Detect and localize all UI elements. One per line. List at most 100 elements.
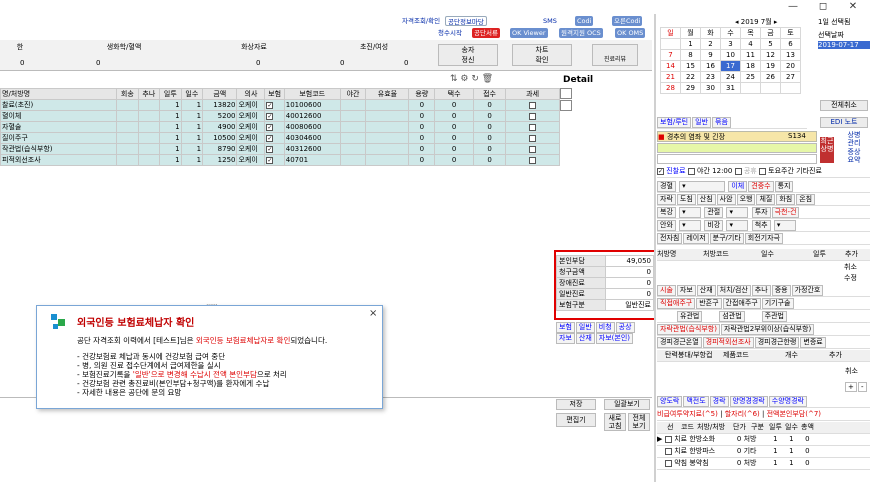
delete-icon[interactable]: 🗑 xyxy=(482,74,493,84)
treat-option[interactable]: 섬관법 xyxy=(719,311,745,322)
dropdown-d3[interactable]: ▾ xyxy=(773,220,796,231)
insurance-checkbox[interactable] xyxy=(266,156,274,164)
calendar-day[interactable]: 19 xyxy=(760,60,781,72)
info-market-button[interactable]: 공단정보마당 xyxy=(445,16,487,26)
calendar-day[interactable]: 11 xyxy=(740,49,761,61)
treat-option[interactable]: 경피경근온열 xyxy=(657,337,702,348)
col-8[interactable]: 보험코드 xyxy=(283,88,341,100)
biochem-header[interactable]: 생화학/혈액 xyxy=(54,43,194,52)
col-1[interactable]: 회송 xyxy=(116,88,139,100)
col-2[interactable]: 추나 xyxy=(137,88,161,100)
presc-edit-button[interactable]: 수정 xyxy=(844,273,857,283)
bottom-tab-2[interactable]: 할자리(^6) xyxy=(725,410,760,418)
calendar-day[interactable] xyxy=(760,82,781,94)
tab-auto-ins[interactable]: 자보 xyxy=(676,285,696,296)
col-13[interactable]: 접수 xyxy=(472,88,507,100)
calendar-day[interactable]: 16 xyxy=(700,60,721,72)
calendar-day-selected[interactable]: 17 xyxy=(720,60,741,72)
tab-procedure[interactable]: 시술 xyxy=(657,285,676,296)
treat-option[interactable]: 경피경근한랭 xyxy=(754,337,800,348)
tab-industrial[interactable]: 산재 xyxy=(696,285,716,296)
insurance-checkbox[interactable] xyxy=(266,123,274,131)
saturday-checkbox[interactable] xyxy=(758,167,766,175)
symptom-summary-button[interactable]: 증상 요약 xyxy=(840,148,868,164)
tab-bundle[interactable]: 묶음 xyxy=(712,117,731,128)
refresh-button[interactable]: 새로 고침 xyxy=(604,413,626,431)
treat-option[interactable]: 경피적외선조사 xyxy=(702,337,754,348)
calendar-month-nav[interactable]: ◂ 2019 7월 ▸ xyxy=(735,17,777,27)
calendar-day[interactable]: 30 xyxy=(700,82,721,94)
option-c-0[interactable]: 복강 xyxy=(657,207,676,218)
option-e-0[interactable]: 전자침 xyxy=(657,233,683,244)
billing-start-button[interactable]: 청수시작 xyxy=(436,28,464,38)
tax-checkbox[interactable] xyxy=(529,123,537,131)
calendar-day[interactable]: 2 xyxy=(700,38,721,50)
calendar-day[interactable]: 9 xyxy=(700,49,721,61)
col-12[interactable]: 택수 xyxy=(434,88,474,100)
calendar-day[interactable]: 23 xyxy=(700,71,721,83)
remote-ocs-button[interactable]: 원격지원 OCS xyxy=(559,28,603,38)
night-checkbox[interactable] xyxy=(687,167,695,175)
col-4[interactable]: 일수 xyxy=(180,88,204,100)
tab-home-care[interactable]: 가정간호 xyxy=(791,285,824,296)
col-6[interactable]: 의사 xyxy=(236,88,266,100)
table-row[interactable]: 피적외선조사 1 1 1250 오케이 40701 0 0 0 xyxy=(0,154,560,166)
list-item[interactable]: ▶ 치료 한방소화 0 처방 1 1 0 xyxy=(657,434,870,446)
calendar-day[interactable]: 3 xyxy=(720,38,741,50)
treat-option[interactable]: 유관법 xyxy=(677,311,703,322)
calendar-day[interactable] xyxy=(660,38,681,50)
col-10[interactable]: 유효율 xyxy=(365,88,410,100)
option-d-2[interactable]: 척추 xyxy=(751,220,771,231)
tab-general[interactable]: 일반 xyxy=(692,117,712,128)
calendar-day[interactable]: 20 xyxy=(780,60,801,72)
bottom-tab[interactable]: 수양명경락 xyxy=(768,396,807,407)
option-c-3[interactable]: 극천-건 xyxy=(771,207,800,218)
refresh-icon[interactable]: ↻ xyxy=(471,74,479,84)
save-button[interactable]: 저장 xyxy=(556,399,596,410)
ins-option[interactable]: 자보 xyxy=(556,333,575,344)
dropdown-d2[interactable]: ▾ xyxy=(726,220,749,231)
table-row[interactable]: 자혈술 1 1 4900 오케이 40080600 0 0 0 xyxy=(0,121,560,133)
dropdown-c1[interactable]: ▾ xyxy=(679,207,702,218)
calendar-day[interactable]: 21 xyxy=(660,71,681,83)
insurance-checkbox[interactable] xyxy=(266,134,274,142)
ins-option[interactable]: 일반 xyxy=(575,322,595,333)
ok-oms-button[interactable]: OK OMS xyxy=(615,28,646,38)
calendar-day[interactable] xyxy=(740,82,761,94)
calendar-day[interactable]: 6 xyxy=(780,38,801,50)
option-a-0[interactable]: 경혈 xyxy=(657,181,676,192)
list-item[interactable]: 치료 한방파스 0 기타 1 1 0 xyxy=(657,446,870,458)
bottom-tab[interactable]: 맥전도 xyxy=(683,396,709,407)
list-item[interactable]: 약침 봉약침 0 처방 1 1 0 xyxy=(657,458,870,470)
diag-input-1[interactable] xyxy=(657,143,817,153)
dropdown-c2[interactable]: ▾ xyxy=(726,207,749,218)
dialog-close-button[interactable]: × xyxy=(369,308,377,319)
tab-dual[interactable]: 중용 xyxy=(771,285,791,296)
review-button[interactable]: 진료리뷰 xyxy=(592,44,638,66)
bottom-tab-2[interactable]: 전액본인부담(^7) xyxy=(767,410,821,418)
treat-option[interactable]: 직접애주구 xyxy=(657,298,696,309)
calendar-day[interactable]: 28 xyxy=(660,82,681,94)
option-b-6[interactable]: 화침 xyxy=(776,194,796,205)
edi-note-button[interactable]: EDI 노트 xyxy=(820,117,868,128)
treat-option[interactable]: 자락관법2부위이상(습식부항) xyxy=(720,324,815,335)
insurance-checkbox[interactable] xyxy=(266,112,274,120)
ins-option[interactable]: 보험 xyxy=(556,322,575,333)
material-minus-button[interactable]: - xyxy=(858,382,867,392)
cancel-all-button[interactable]: 전체취소 xyxy=(820,100,868,111)
tab-treatment[interactable]: 처치/검산 xyxy=(716,285,751,296)
option-e-1[interactable]: 레이저 xyxy=(683,233,709,244)
calendar-day[interactable]: 15 xyxy=(680,60,701,72)
table-row[interactable]: 질이주구 1 1 10500 오케이 40304600 0 0 0 xyxy=(0,132,560,144)
selected-date-value[interactable]: 2019-07-17 xyxy=(818,41,870,49)
option-b-7[interactable]: 온침 xyxy=(796,194,816,205)
insurance-checkbox[interactable] xyxy=(266,145,274,153)
calendar-day[interactable]: 24 xyxy=(720,71,741,83)
diag-input-2[interactable] xyxy=(657,154,817,164)
first-visit-header[interactable]: 초진/여성 xyxy=(314,43,434,52)
calendar-day[interactable]: 8 xyxy=(680,49,701,61)
option-b-1[interactable]: 도침 xyxy=(676,194,696,205)
calendar-day[interactable]: 22 xyxy=(680,71,701,83)
treat-option[interactable]: 변증료 xyxy=(800,337,826,348)
mental-button[interactable]: 송자 정신 xyxy=(438,44,498,66)
